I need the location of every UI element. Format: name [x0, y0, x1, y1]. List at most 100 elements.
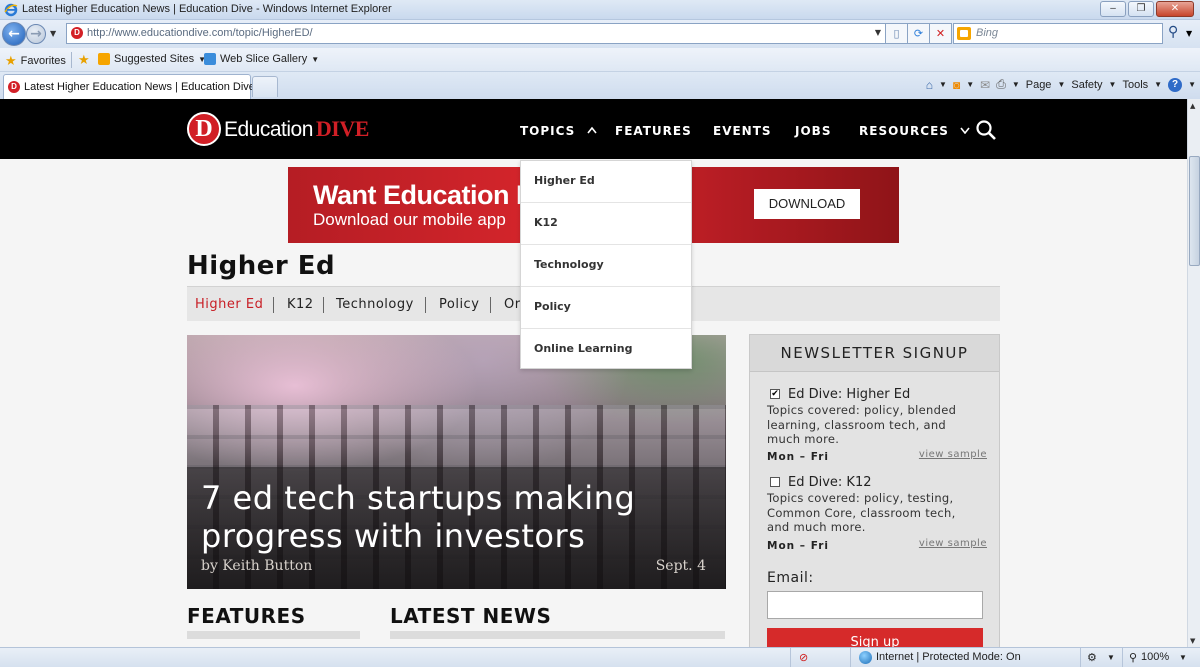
hero-headline[interactable]: 7 ed tech startups making progress with … [201, 479, 701, 555]
favorites-button[interactable]: ★ Favorites [5, 53, 66, 69]
print-icon[interactable]: ⎙ [996, 77, 1006, 92]
search-icon[interactable] [975, 119, 997, 141]
tab-education-dive[interactable]: D Latest Higher Education News | Educati… [3, 74, 255, 99]
site-favicon-icon: D [71, 27, 83, 39]
nav-events[interactable]: EVENTS [713, 124, 772, 138]
chevron-down-icon[interactable]: ▼ [1188, 80, 1196, 89]
address-field[interactable]: D http://www.educationdive.com/topic/Hig… [66, 23, 886, 44]
refresh-icon[interactable]: ⟳ [908, 23, 930, 44]
nav-features[interactable]: FEATURES [615, 124, 692, 138]
email-label: Email: [767, 570, 814, 586]
latest-news-divider [390, 631, 725, 639]
help-icon[interactable]: ? [1168, 77, 1183, 92]
subnav-online-learning[interactable]: Or [504, 297, 521, 312]
view-sample-link[interactable]: view sample [919, 449, 987, 460]
subnav-higher-ed[interactable]: Higher Ed [195, 297, 263, 312]
zoom-icon[interactable]: ⚲ [1129, 651, 1137, 664]
chevron-down-icon[interactable]: ▼ [966, 80, 974, 89]
recent-pages-dropdown-icon[interactable]: ▼ [50, 29, 56, 38]
page-viewport: D Education DIVE TOPICS FEATURES EVENTS J… [0, 99, 1187, 647]
newsletter-option-desc: Topics covered: policy, testing, Common … [767, 491, 956, 534]
forward-button[interactable]: → [26, 24, 46, 44]
scrollbar-thumb[interactable] [1189, 156, 1200, 266]
search-go-icon[interactable]: ⚲ [1168, 24, 1178, 40]
subnav-k12[interactable]: K12 [287, 297, 314, 312]
maximize-button[interactable]: ❐ [1128, 1, 1154, 17]
topics-menu-item-technology[interactable]: Technology [521, 245, 691, 287]
safety-menu[interactable]: Safety [1071, 79, 1102, 91]
nav-jobs[interactable]: JOBS [795, 124, 831, 138]
topics-menu-item-online-learning[interactable]: Online Learning [521, 329, 691, 371]
site-header: D Education DIVE TOPICS FEATURES EVENTS J… [0, 99, 1187, 159]
web-slice-gallery-item[interactable]: Web Slice Gallery ▼ [204, 53, 319, 65]
logo-wordmark: Education DIVE [224, 116, 369, 141]
feeds-icon[interactable]: ◙ [953, 78, 960, 92]
chevron-down-icon[interactable]: ▼ [1109, 80, 1117, 89]
subnav-technology[interactable]: Technology [336, 297, 414, 312]
stop-icon[interactable]: ✕ [930, 23, 952, 44]
chevron-down-icon[interactable]: ▼ [939, 80, 947, 89]
tools-menu[interactable]: Tools [1122, 79, 1148, 91]
favorites-label: Favorites [20, 55, 66, 67]
topics-menu-item-higher-ed[interactable]: Higher Ed [521, 161, 691, 203]
newsletter-option-name: Ed Dive: Higher Ed [788, 387, 911, 402]
security-zone-text[interactable]: Internet | Protected Mode: On [876, 651, 1021, 663]
security-settings-icon[interactable]: ⚙ [1087, 651, 1097, 664]
topics-menu-item-policy[interactable]: Policy [521, 287, 691, 329]
download-button[interactable]: DOWNLOAD [754, 189, 860, 219]
chevron-down-icon[interactable]: ▼ [1012, 80, 1020, 89]
minimize-button[interactable]: – [1100, 1, 1126, 17]
sign-up-button[interactable]: Sign up [767, 628, 983, 647]
suggested-sites-label: Suggested Sites [114, 53, 195, 65]
nav-topics[interactable]: TOPICS [520, 124, 597, 138]
search-field[interactable]: Bing [953, 23, 1163, 44]
web-slice-icon [204, 53, 216, 65]
tab-bar: D Latest Higher Education News | Educati… [0, 72, 1200, 99]
search-options-dropdown-icon[interactable]: ▼ [1186, 29, 1192, 38]
logo-d-mark: D [187, 112, 221, 146]
nav-resources[interactable]: RESOURCES [859, 124, 970, 138]
newsletter-option-frequency: Mon – Fri [767, 451, 829, 463]
scroll-down-icon[interactable]: ▼ [1190, 637, 1195, 645]
add-to-favorites-bar-icon[interactable]: ★ [78, 52, 90, 68]
protected-mode-icon[interactable]: ⊘ [799, 651, 808, 664]
command-bar: ⌂ ▼ ◙ ▼ ✉ ⎙ ▼ Page ▼ Safety ▼ Tools ▼ ? ▼ [926, 77, 1196, 92]
subnav-policy[interactable]: Policy [439, 297, 479, 312]
new-tab-button[interactable] [252, 76, 278, 97]
features-heading: FEATURES [187, 604, 306, 628]
email-field[interactable] [767, 591, 983, 619]
back-arrow-icon: ← [8, 26, 20, 42]
vertical-scrollbar[interactable]: ▲ ▼ [1187, 99, 1200, 647]
chevron-down-icon[interactable]: ▼ [1154, 80, 1162, 89]
featured-story[interactable]: 7 ed tech startups making progress with … [187, 335, 726, 589]
suggested-sites-item[interactable]: Suggested Sites ▼ [98, 53, 206, 65]
higher-ed-checkbox[interactable]: ✔ [770, 389, 780, 399]
page-title: Higher Ed [187, 251, 336, 281]
view-sample-link[interactable]: view sample [919, 538, 987, 549]
web-slice-gallery-label: Web Slice Gallery [220, 53, 308, 65]
home-icon[interactable]: ⌂ [926, 78, 933, 92]
chevron-down-icon[interactable]: ▼ [1179, 653, 1187, 662]
k12-checkbox[interactable] [770, 477, 780, 487]
scroll-up-icon[interactable]: ▲ [1190, 102, 1195, 110]
topics-menu-item-k12[interactable]: K12 [521, 203, 691, 245]
chevron-down-icon [960, 127, 970, 135]
newsletter-option-frequency: Mon – Fri [767, 540, 829, 552]
newsletter-signup: NEWSLETTER SIGNUP ✔ Ed Dive: Higher Ed T… [749, 334, 1000, 647]
url-text[interactable]: http://www.educationdive.com/topic/Highe… [87, 27, 313, 39]
favorites-star-icon: ★ [5, 53, 17, 68]
back-button[interactable]: ← [2, 22, 26, 46]
address-dropdown-icon[interactable]: ▼ [875, 28, 881, 37]
chevron-down-icon: ▼ [311, 54, 320, 64]
zoom-level[interactable]: 100% [1141, 651, 1169, 663]
chevron-down-icon[interactable]: ▼ [1107, 653, 1115, 662]
read-mail-icon[interactable]: ✉ [980, 78, 990, 92]
newsletter-option-desc: Topics covered: policy, blended learning… [767, 403, 957, 446]
window-titlebar: Latest Higher Education News | Education… [0, 0, 1200, 20]
internet-explorer-icon [4, 3, 18, 17]
chevron-down-icon[interactable]: ▼ [1057, 80, 1065, 89]
close-window-button[interactable]: ✕ [1156, 1, 1194, 17]
education-dive-logo[interactable]: D Education DIVE [187, 112, 369, 146]
compatibility-view-icon[interactable]: ▯ [886, 23, 908, 44]
page-menu[interactable]: Page [1026, 79, 1052, 91]
